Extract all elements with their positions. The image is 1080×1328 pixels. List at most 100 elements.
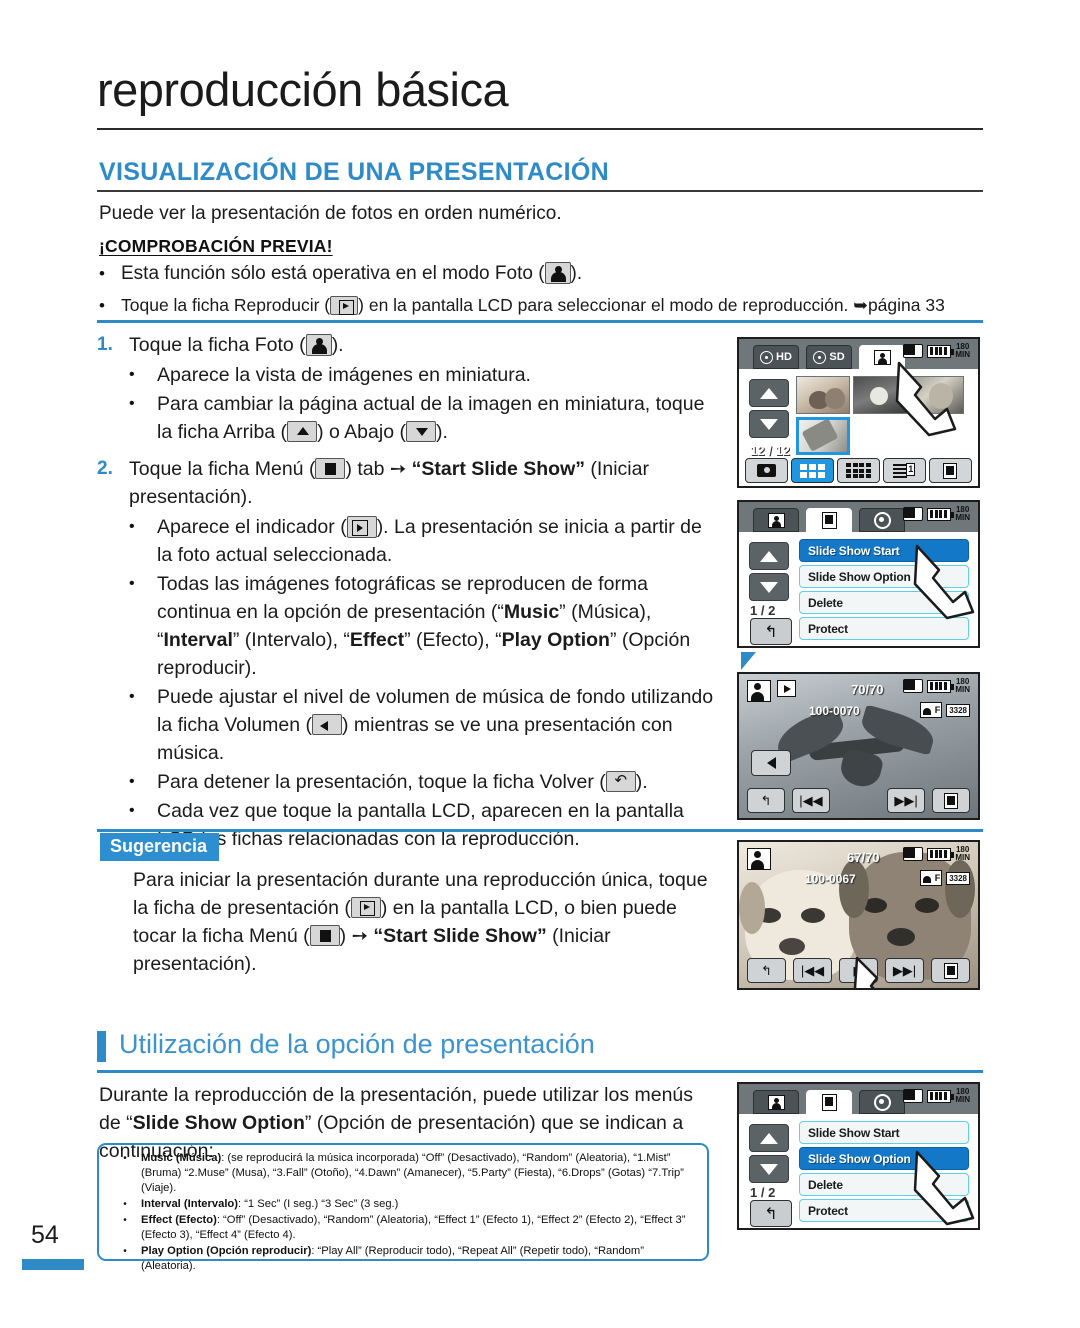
bullet-dot: • bbox=[99, 296, 105, 315]
grid-6-icon bbox=[800, 463, 826, 478]
menu-item-protect[interactable]: Protect bbox=[799, 1199, 969, 1222]
tab-photo[interactable] bbox=[859, 345, 905, 369]
tab-photo-stack[interactable] bbox=[753, 508, 799, 532]
gear-tab-icon bbox=[873, 511, 891, 529]
photo-filename: 100-0067 bbox=[805, 872, 856, 886]
tab-settings[interactable] bbox=[859, 1090, 905, 1114]
substep: • Aparece la vista de imágenes en miniat… bbox=[129, 361, 717, 389]
next-button[interactable]: ▶▶| bbox=[885, 958, 924, 983]
substep: • Para cambiar la página actual de la im… bbox=[129, 390, 717, 446]
menu-item-slide-show-option[interactable]: Slide Show Option bbox=[799, 1147, 969, 1170]
precheck-heading: ¡COMPROBACIÓN PREVIA! bbox=[99, 236, 333, 256]
menu-up-button[interactable] bbox=[749, 1124, 789, 1152]
back-button[interactable]: ↰ bbox=[747, 958, 786, 983]
document-page: reproducción básica VISUALIZACIÓN DE UNA… bbox=[0, 0, 1080, 1328]
note-item: • Music (Música): (se reproducirá la mús… bbox=[109, 1151, 699, 1196]
menu-button[interactable] bbox=[928, 458, 972, 483]
chevron-down-icon bbox=[760, 418, 778, 430]
photo-stack-icon bbox=[747, 848, 771, 870]
menu-item-slide-show-start[interactable]: Slide Show Start bbox=[799, 539, 969, 562]
chevron-up-icon bbox=[760, 1132, 778, 1144]
photo-quality-indicators: F 3328 bbox=[920, 870, 970, 886]
page-up-button[interactable] bbox=[749, 379, 789, 407]
card-icon bbox=[903, 679, 924, 693]
slideshow-button[interactable]: ▶ bbox=[839, 958, 878, 983]
screenshot-thumbnail-view: HD SD 180 MIN 12 / 12 1 bbox=[737, 337, 980, 488]
next-button[interactable]: ▶▶| bbox=[887, 788, 926, 813]
previous-button[interactable]: |◀◀ bbox=[793, 958, 832, 983]
note-item-text: Play Option (Opción reproducir): “Play A… bbox=[141, 1245, 644, 1272]
steps-list: 1. Toque la ficha Foto (). • Aparece la … bbox=[97, 331, 717, 862]
tab-hd[interactable]: HD bbox=[753, 345, 799, 369]
menu-down-button[interactable] bbox=[749, 573, 789, 601]
grid-6-button[interactable] bbox=[791, 458, 835, 483]
photo-indicators bbox=[747, 680, 796, 702]
bullet-dot: • bbox=[129, 366, 135, 383]
quality-icon: F bbox=[920, 702, 943, 718]
menu-item-slide-show-start[interactable]: Slide Show Start bbox=[799, 1121, 969, 1144]
slideshow-indicator-icon bbox=[777, 680, 796, 697]
menu-button[interactable] bbox=[932, 788, 971, 813]
tab-sd[interactable]: SD bbox=[806, 345, 852, 369]
chevron-up-icon bbox=[760, 550, 778, 562]
volume-button[interactable] bbox=[751, 750, 791, 776]
menu-item-delete[interactable]: Delete bbox=[799, 591, 969, 614]
bullet-dot: • bbox=[123, 1246, 127, 1257]
play-icon bbox=[330, 296, 359, 315]
date-list-button[interactable]: 1 bbox=[882, 458, 926, 483]
camera-button[interactable] bbox=[745, 458, 789, 483]
menu-icon bbox=[315, 458, 346, 479]
back-button[interactable]: ↰ bbox=[750, 618, 792, 645]
grid-12-button[interactable] bbox=[836, 458, 880, 483]
tab-menu[interactable] bbox=[806, 508, 852, 532]
back-button[interactable]: ↰ bbox=[747, 788, 785, 813]
thumbnail-item[interactable] bbox=[910, 376, 964, 414]
menu-item-delete[interactable]: Delete bbox=[799, 1173, 969, 1196]
step-1: 1. Toque la ficha Foto (). bbox=[97, 331, 717, 359]
previous-button[interactable]: |◀◀ bbox=[791, 788, 830, 813]
date-list-icon: 1 bbox=[893, 463, 916, 478]
chevron-up-icon bbox=[287, 421, 318, 442]
screenshot-menu-slide-show-start: 180 MIN 1 / 2 ↰ Slide Show Start Slide Sh… bbox=[737, 500, 980, 648]
note-item: • Play Option (Opción reproducir): “Play… bbox=[109, 1244, 699, 1274]
substep-text: Aparece la vista de imágenes en miniatur… bbox=[157, 364, 531, 386]
note-item-text: Effect (Efecto): “Off” (Desactivado), “R… bbox=[141, 1214, 686, 1241]
tab-settings[interactable] bbox=[859, 508, 905, 532]
lcd-status-bar: 180 MIN bbox=[903, 343, 970, 359]
thumbnail-item-selected[interactable] bbox=[796, 417, 850, 455]
playback-toolbar: ↰ |◀◀ ▶ ▶▶| bbox=[739, 957, 978, 984]
quality-icon: F bbox=[920, 870, 943, 886]
substep-text: Aparece el indicador (). La presentación… bbox=[157, 516, 702, 566]
battery-icon bbox=[927, 1089, 955, 1103]
thumbnail-item[interactable] bbox=[796, 376, 850, 414]
film-reel-icon bbox=[813, 350, 827, 364]
substep-text: Todas las imágenes fotográficas se repro… bbox=[157, 573, 691, 679]
bullet-dot: • bbox=[129, 395, 135, 412]
tab-menu[interactable] bbox=[806, 1090, 852, 1114]
back-button[interactable]: ↰ bbox=[750, 1200, 792, 1227]
menu-tab-icon bbox=[821, 511, 837, 529]
menu-up-button[interactable] bbox=[749, 542, 789, 570]
page-down-button[interactable] bbox=[749, 410, 789, 438]
menu-item-protect[interactable]: Protect bbox=[799, 617, 969, 640]
menu-button[interactable] bbox=[931, 958, 970, 983]
menu-down-button[interactable] bbox=[749, 1155, 789, 1183]
tab-photo-stack[interactable] bbox=[753, 1090, 799, 1114]
menu-tab-icon bbox=[821, 1093, 837, 1111]
menu-page-nav bbox=[749, 1124, 789, 1186]
substep: • Para detener la presentación, toque la… bbox=[129, 768, 717, 796]
camera-icon bbox=[757, 464, 777, 477]
thumbnail-item[interactable] bbox=[853, 376, 907, 414]
tab-label: HD bbox=[776, 351, 792, 363]
substep-text: Para cambiar la página actual de la imag… bbox=[157, 393, 705, 443]
bullet-dot: • bbox=[129, 802, 135, 819]
menu-icon bbox=[309, 925, 340, 946]
thumbnail-grid bbox=[796, 376, 964, 455]
screenshot-photo-bird: 70/70 100-0070 180 MIN F 3328 ↰ |◀◀ ▶▶| bbox=[737, 672, 980, 820]
battery-icon bbox=[927, 344, 955, 358]
bullet-dot: • bbox=[129, 688, 135, 705]
menu-icon bbox=[943, 962, 958, 979]
photo-indicators bbox=[747, 848, 771, 870]
menu-item-slide-show-option[interactable]: Slide Show Option bbox=[799, 565, 969, 588]
substep: • Aparece el indicador (). La presentaci… bbox=[129, 513, 717, 569]
